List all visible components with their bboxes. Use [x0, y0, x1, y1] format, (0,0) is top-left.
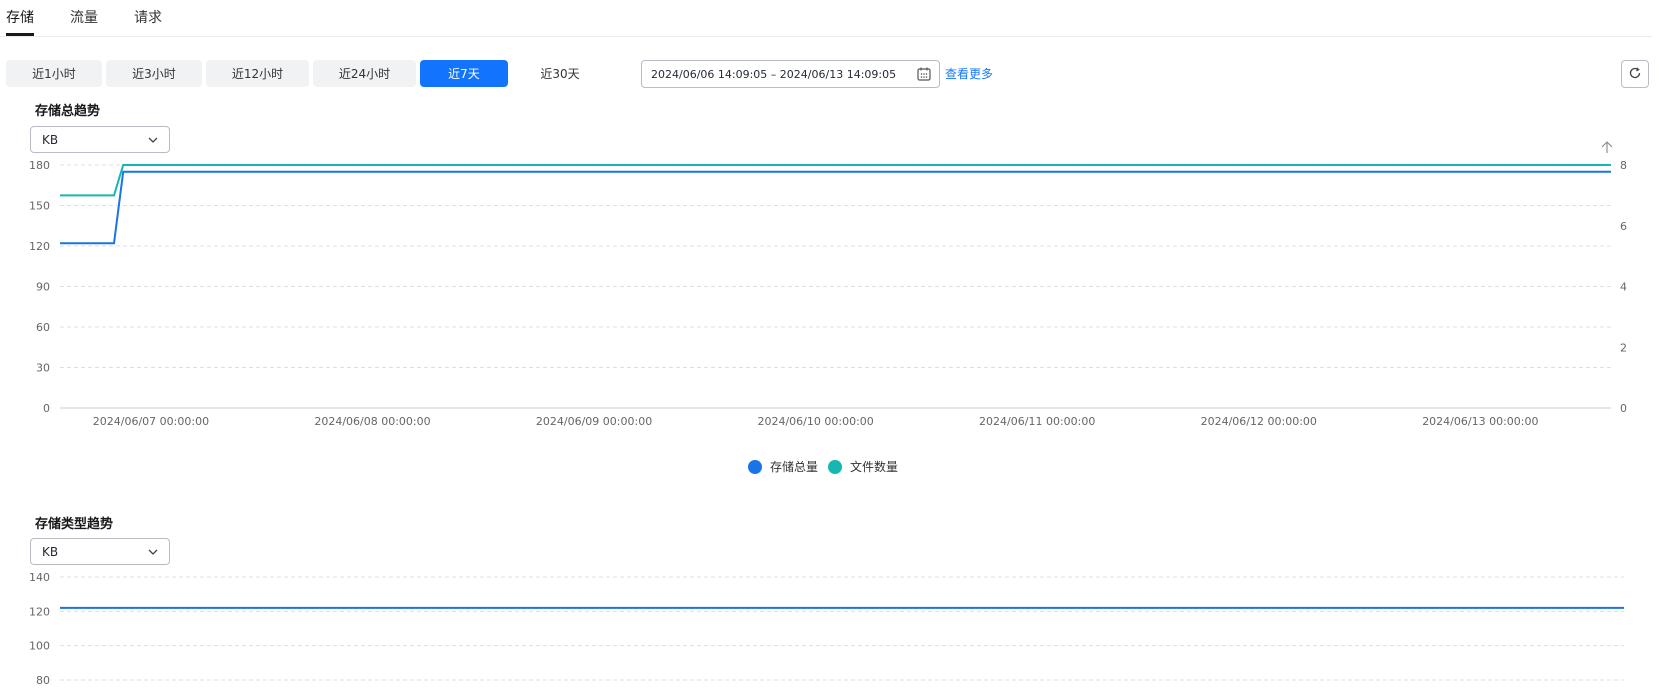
tab-storage[interactable]: 存储 — [6, 7, 34, 27]
y-right-tick-label: 2 — [1620, 341, 1627, 354]
y-left-tick-label: 30 — [36, 362, 50, 375]
calendar-icon — [917, 67, 931, 84]
refresh-button[interactable] — [1621, 60, 1649, 88]
y-left-tick-label: 120 — [29, 240, 50, 253]
tab-requests[interactable]: 请求 — [134, 7, 162, 27]
range-1h-button[interactable]: 近1小时 — [6, 60, 102, 87]
legend-item-total[interactable]: 存储总量 — [748, 458, 818, 475]
x-tick-label: 2024/06/07 00:00:00 — [93, 415, 209, 428]
storage-total-trend-title: 存储总趋势 — [35, 104, 101, 119]
x-tick-label: 2024/06/09 00:00:00 — [536, 415, 652, 428]
y-right-tick-label: 8 — [1620, 159, 1627, 172]
y-left-tick-label: 140 — [29, 571, 50, 584]
series-line-file-count — [60, 164, 1611, 197]
date-range-picker[interactable]: 2024/06/06 14:09:05 – 2024/06/13 14:09:0… — [641, 60, 940, 88]
y-right-tick-label: 0 — [1620, 402, 1627, 415]
legend-label-count: 文件数量 — [850, 460, 899, 474]
series-line-storage-total — [60, 170, 1611, 245]
unit-select-type[interactable]: KB — [30, 538, 170, 565]
y-left-tick-label: 0 — [43, 402, 50, 415]
range-24h-button[interactable]: 近24小时 — [313, 60, 416, 87]
range-3h-button[interactable]: 近3小时 — [106, 60, 202, 87]
y-left-tick-label: 150 — [29, 200, 50, 213]
date-range-value: 2024/06/06 14:09:05 – 2024/06/13 14:09:0… — [651, 67, 897, 81]
storage-type-trend-title: 存储类型趋势 — [35, 517, 114, 532]
x-tick-label: 2024/06/08 00:00:00 — [314, 415, 430, 428]
y-left-tick-label: 80 — [36, 674, 50, 687]
legend-item-count[interactable]: 文件数量 — [828, 458, 898, 475]
storage-type-chart: 80 100 120 140 — [29, 571, 1624, 687]
range-12h-button[interactable]: 近12小时 — [206, 60, 309, 87]
unit-select-value: KB — [42, 544, 59, 559]
x-tick-label: 2024/06/12 00:00:00 — [1201, 415, 1317, 428]
scroll-top-icon[interactable] — [1601, 141, 1613, 153]
x-tick-label: 2024/06/11 00:00:00 — [979, 415, 1095, 428]
refresh-icon — [1628, 66, 1642, 83]
active-tab-indicator — [6, 33, 34, 36]
y-right-tick-label: 6 — [1620, 220, 1627, 233]
legend-dot-total — [748, 459, 762, 474]
y-left-tick-label: 180 — [29, 159, 50, 172]
y-right-tick-label: 4 — [1620, 281, 1627, 294]
range-30d-button[interactable]: 近30天 — [512, 60, 608, 87]
legend-label-total: 存储总量 — [770, 460, 819, 474]
storage-total-chart: 0 30 60 90 120 150 180 0 2 4 6 8 2024/06/07 00:00:00… — [29, 141, 1627, 428]
chevron-down-icon — [147, 546, 159, 561]
y-left-tick-label: 60 — [36, 321, 50, 334]
legend-dot-count — [828, 459, 843, 474]
tab-traffic[interactable]: 流量 — [70, 7, 98, 27]
view-more-link[interactable]: 查看更多 — [945, 65, 993, 82]
tab-bar: 存储 流量 请求 — [0, 0, 1652, 37]
y-left-tick-label: 120 — [29, 605, 50, 618]
x-tick-label: 2024/06/13 00:00:00 — [1422, 415, 1538, 428]
y-left-tick-label: 100 — [29, 640, 50, 653]
range-7d-button[interactable]: 近7天 — [420, 60, 508, 87]
chart-legend: 存储总量 文件数量 — [748, 458, 908, 475]
x-tick-label: 2024/06/10 00:00:00 — [757, 415, 873, 428]
y-left-tick-label: 90 — [36, 281, 50, 294]
